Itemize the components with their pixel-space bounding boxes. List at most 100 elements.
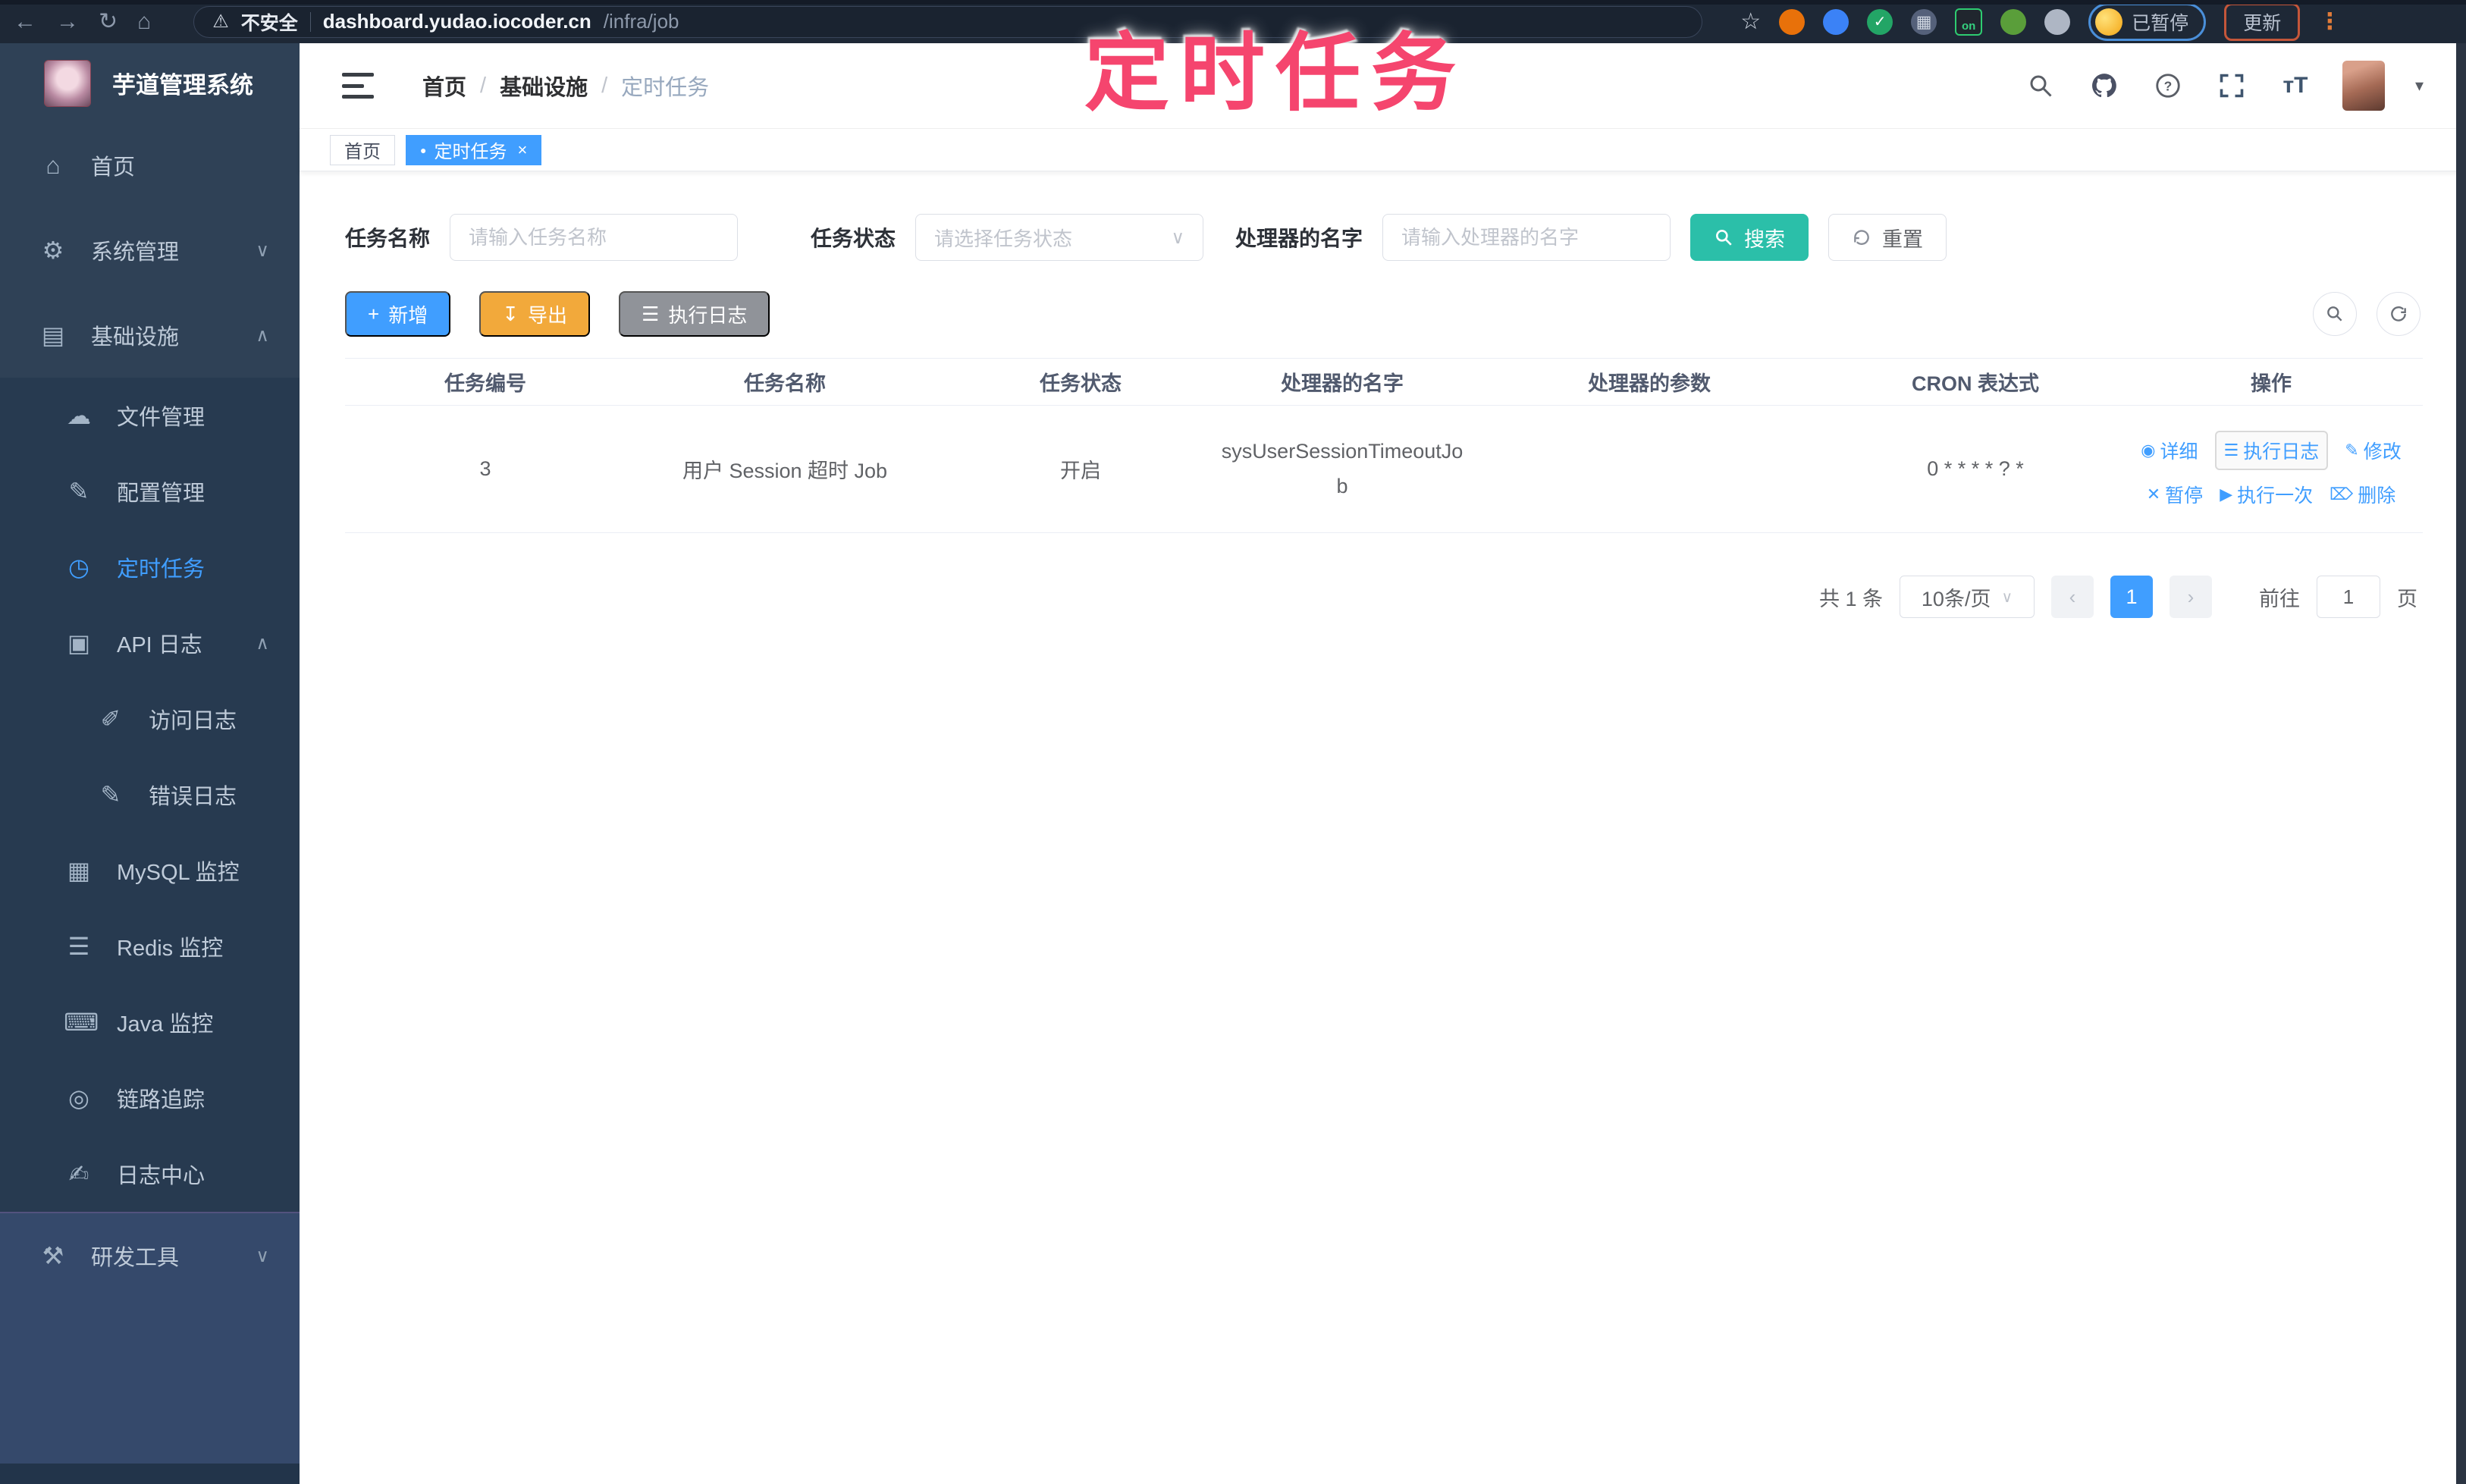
cell-job-id: 3 xyxy=(345,405,626,533)
sidebar-item-error-log[interactable]: ✎ 错误日志 xyxy=(0,757,300,833)
profile-paused-pill[interactable]: 已暂停 xyxy=(2088,2,2207,41)
user-caret-down-icon[interactable]: ▾ xyxy=(2415,76,2424,96)
breadcrumb-separator: / xyxy=(601,73,608,98)
browser-forward-button[interactable]: → xyxy=(56,10,79,33)
search-button-label: 搜索 xyxy=(1744,227,1786,251)
col-handler-name: 处理器的名字 xyxy=(1217,358,1467,406)
sidebar-item-access-log[interactable]: ✐ 访问日志 xyxy=(0,681,300,757)
search-icon[interactable] xyxy=(2024,69,2057,102)
sidebar: 芋道管理系统 ⌂ 首页 ⚙ 系统管理 ∨ ▤ 基础设施 ∧ ☁ 文件管理 ✎ 配… xyxy=(0,43,300,1484)
search-button[interactable]: 搜索 xyxy=(1690,214,1809,261)
api-log-icon: ▣ xyxy=(67,629,91,657)
extension-blue-icon[interactable] xyxy=(1823,8,1850,35)
action-pause-link[interactable]: ✕ 暂停 xyxy=(2147,481,2203,508)
log-center-icon: ✍ xyxy=(68,1160,89,1188)
tag-scheduled-jobs[interactable]: ● 定时任务 × xyxy=(406,134,542,165)
app-logo-row[interactable]: 芋道管理系统 xyxy=(0,43,300,123)
sidebar-item-file-management[interactable]: ☁ 文件管理 xyxy=(0,378,300,453)
job-name-input[interactable] xyxy=(450,214,739,261)
export-button[interactable]: ↧ 导出 xyxy=(479,291,591,337)
github-icon[interactable] xyxy=(2088,69,2121,102)
eye-icon: ◉ xyxy=(2141,440,2156,460)
app-logo-image xyxy=(44,59,91,107)
sidebar-item-redis-monitor[interactable]: ☰ Redis 监控 xyxy=(0,908,300,984)
extensions-puzzle-icon[interactable] xyxy=(2044,8,2071,35)
reset-button-label: 重置 xyxy=(1882,227,1924,251)
browser-update-button[interactable]: 更新 xyxy=(2224,2,2301,41)
action-edit-link[interactable]: ✎ 修改 xyxy=(2345,437,2401,464)
sidebar-item-scheduled-jobs[interactable]: ◷ 定时任务 xyxy=(0,529,300,605)
sidebar-item-log-center[interactable]: ✍ 日志中心 xyxy=(0,1136,300,1212)
handler-name-input[interactable] xyxy=(1382,214,1671,261)
header-actions: ? тT ▾ xyxy=(2024,61,2424,111)
sidebar-item-label: 基础设施 xyxy=(91,325,180,350)
action-detail-link[interactable]: ◉ 详细 xyxy=(2141,437,2198,464)
font-size-icon[interactable]: тT xyxy=(2279,69,2312,102)
tag-label: 定时任务 xyxy=(434,142,507,162)
close-icon[interactable]: × xyxy=(517,140,527,160)
add-button[interactable]: + 新增 xyxy=(345,291,451,337)
address-bar[interactable]: ⚠ 不安全 dashboard.yudao.iocoder.cn /infra/… xyxy=(193,5,1703,38)
breadcrumb-infrastructure[interactable]: 基础设施 xyxy=(500,70,588,102)
reset-button[interactable]: 重置 xyxy=(1828,214,1947,261)
tag-view-bar: 首页 ● 定时任务 × xyxy=(300,129,2466,171)
extension-orange-icon[interactable] xyxy=(1779,8,1806,35)
sidebar-item-config-management[interactable]: ✎ 配置管理 xyxy=(0,453,300,529)
sidebar-item-label: 日志中心 xyxy=(117,1164,206,1188)
chevron-down-icon: ∨ xyxy=(2001,588,2013,606)
next-page-button[interactable]: › xyxy=(2170,576,2212,618)
tag-label: 首页 xyxy=(344,142,381,162)
help-icon[interactable]: ? xyxy=(2151,69,2185,102)
toggle-search-button[interactable] xyxy=(2313,292,2357,336)
error-log-icon: ✎ xyxy=(100,781,121,808)
filter-bar: 任务名称 任务状态 请选择任务状态 ∨ 处理器的名字 搜索 xyxy=(345,214,2421,261)
tag-home[interactable]: 首页 xyxy=(330,134,395,165)
sidebar-item-infrastructure[interactable]: ▤ 基础设施 ∧ xyxy=(0,293,300,378)
url-domain: dashboard.yudao.iocoder.cn xyxy=(322,10,591,33)
action-delete-link[interactable]: ⌦ 删除 xyxy=(2330,481,2395,508)
bookmark-star-icon[interactable]: ☆ xyxy=(1740,8,1761,35)
refresh-button[interactable] xyxy=(2377,292,2421,336)
cell-cron: 0 * * * * ? * xyxy=(1831,405,2119,533)
handler-name-label: 处理器的名字 xyxy=(1235,227,1363,250)
export-button-label: 导出 xyxy=(528,303,568,327)
clock-icon: ◷ xyxy=(68,554,89,581)
collapse-sidebar-icon[interactable] xyxy=(342,73,374,99)
breadcrumb-home[interactable]: 首页 xyxy=(422,70,466,102)
page-number-1[interactable]: 1 xyxy=(2110,576,2153,618)
extension-plant-icon[interactable] xyxy=(2000,8,2027,35)
paused-label: 已暂停 xyxy=(2132,12,2189,34)
sidebar-item-mysql-monitor[interactable]: ▦ MySQL 监控 xyxy=(0,833,300,908)
sidebar-item-home[interactable]: ⌂ 首页 xyxy=(0,123,300,208)
browser-back-button[interactable]: ← xyxy=(14,10,36,33)
user-avatar[interactable] xyxy=(2342,61,2385,111)
extension-grid-icon[interactable]: ▦ xyxy=(1911,8,1937,35)
extension-on-badge-icon[interactable]: on xyxy=(1955,8,1983,36)
chevron-down-icon: ∨ xyxy=(256,240,269,261)
page-scrollbar[interactable] xyxy=(2456,43,2466,1484)
sidebar-item-trace[interactable]: ◎ 链路追踪 xyxy=(0,1060,300,1136)
cloud-upload-icon: ☁ xyxy=(67,402,91,429)
sidebar-item-api-log[interactable]: ▣ API 日志 ∧ xyxy=(0,605,300,681)
java-monitor-icon: ⌨ xyxy=(64,1009,99,1036)
prev-page-button[interactable]: ‹ xyxy=(2051,576,2094,618)
svg-text:?: ? xyxy=(2164,78,2173,93)
pause-icon: ✕ xyxy=(2146,484,2161,504)
sidebar-item-system-management[interactable]: ⚙ 系统管理 ∨ xyxy=(0,208,300,293)
job-status-select[interactable]: 请选择任务状态 ∨ xyxy=(915,214,1204,261)
action-run-once-link[interactable]: ▶ 执行一次 xyxy=(2220,481,2313,508)
browser-menu-icon[interactable]: ⋮ xyxy=(2318,8,2341,35)
extension-green-check-icon[interactable]: ✓ xyxy=(1867,8,1893,35)
page-size-select[interactable]: 10条/页 ∨ xyxy=(1900,576,2035,618)
pagination-total: 共 1 条 xyxy=(1818,587,1883,610)
browser-reload-button[interactable]: ↻ xyxy=(99,10,118,33)
action-job-log-link[interactable]: ☰ 执行日志 xyxy=(2214,430,2329,470)
sidebar-item-devtools[interactable]: ⚒ 研发工具 ∨ xyxy=(0,1213,300,1298)
redis-icon: ☰ xyxy=(67,933,90,960)
sidebar-item-java-monitor[interactable]: ⌨ Java 监控 xyxy=(0,984,300,1060)
job-log-button[interactable]: ☰ 执行日志 xyxy=(619,291,770,337)
goto-page-input[interactable] xyxy=(2317,576,2380,618)
fullscreen-icon[interactable] xyxy=(2215,69,2248,102)
browser-home-button[interactable]: ⌂ xyxy=(137,10,151,33)
sidebar-item-label: 配置管理 xyxy=(117,482,206,506)
